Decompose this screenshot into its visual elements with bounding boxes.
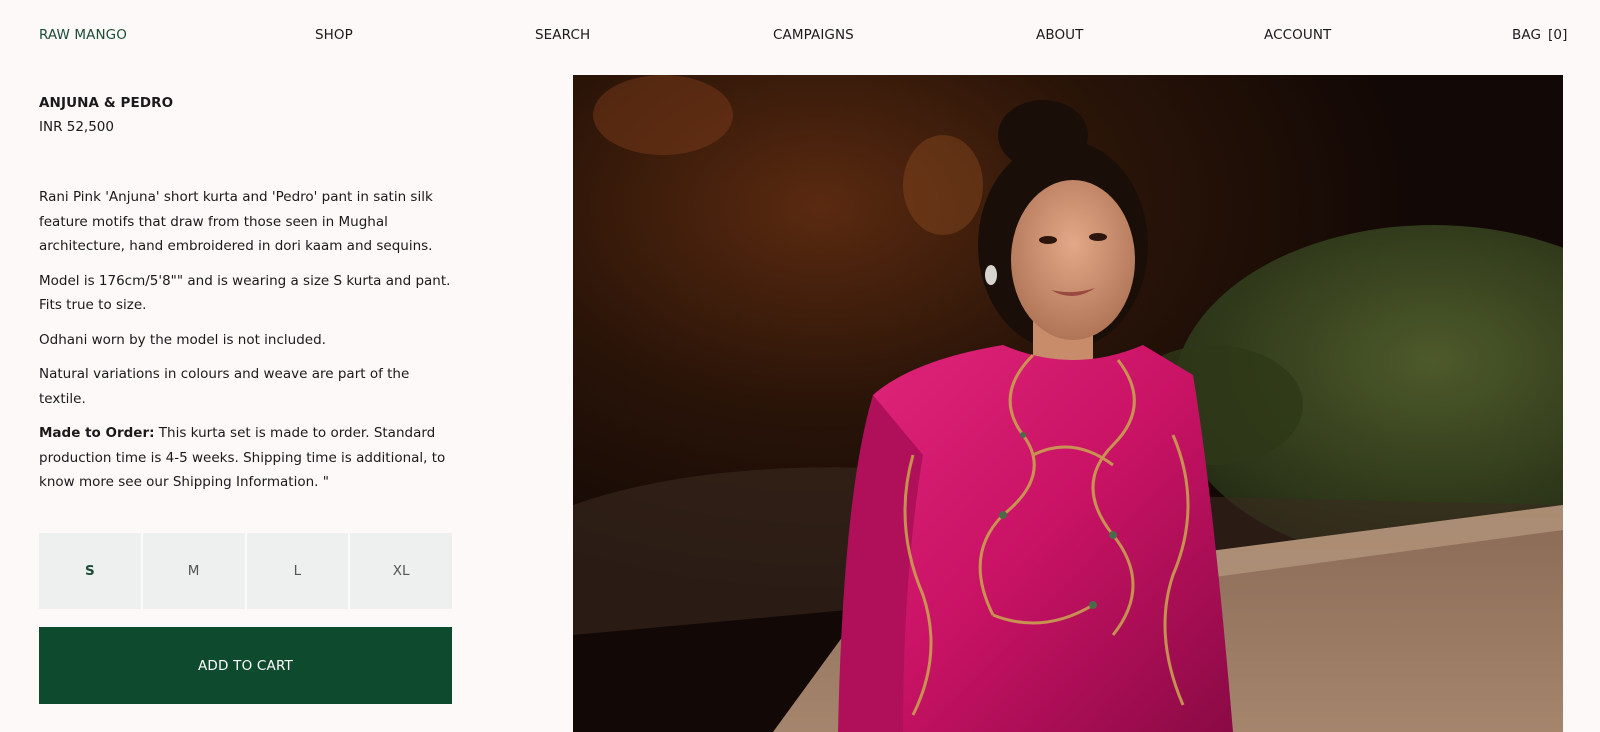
size-option-xl[interactable]: XL [350,533,452,609]
odhani-note: Odhani worn by the model is not included… [39,331,326,348]
nav-search-link[interactable]: SEARCH [535,27,590,43]
made-to-order-note: Made to Order: This kurta set is made to… [39,421,455,495]
size-option-m[interactable]: M [142,533,245,609]
add-to-cart-button[interactable]: ADD TO CART [39,627,452,704]
made-to-order-label: Made to Order: [39,425,155,441]
product-title: ANJUNA & PEDRO [39,95,174,111]
nav-bag-link[interactable]: BAG [0] [1512,27,1567,43]
nav-account-link[interactable]: ACCOUNT [1264,27,1331,43]
nav-about-link[interactable]: ABOUT [1036,27,1084,43]
product-description: Rani Pink 'Anjuna' short kurta and 'Pedr… [39,185,455,505]
model-note: Model is 176cm/5'8"" and is wearing a si… [39,272,451,314]
description-paragraph: Rani Pink 'Anjuna' short kurta and 'Pedr… [39,189,433,254]
nav-shop-link[interactable]: SHOP [315,27,353,43]
product-header: ANJUNA & PEDRO INR 52,500 [39,94,453,136]
size-option-l[interactable]: L [246,533,349,609]
size-option-s[interactable]: S [39,533,141,609]
top-navigation: RAW MANGO SHOP SEARCH CAMPAIGNS ABOUT AC… [0,0,1600,70]
bag-count: [0] [1548,27,1568,43]
nav-campaigns-link[interactable]: CAMPAIGNS [773,27,854,43]
size-selector: S M L XL [39,533,452,609]
product-photo-illustration [573,75,1563,732]
brand-logo-link[interactable]: RAW MANGO [39,27,127,43]
variation-note: Natural variations in colours and weave … [39,366,410,407]
product-price: INR 52,500 [39,119,114,135]
bag-label: BAG [1512,27,1542,43]
product-image [573,75,1563,732]
